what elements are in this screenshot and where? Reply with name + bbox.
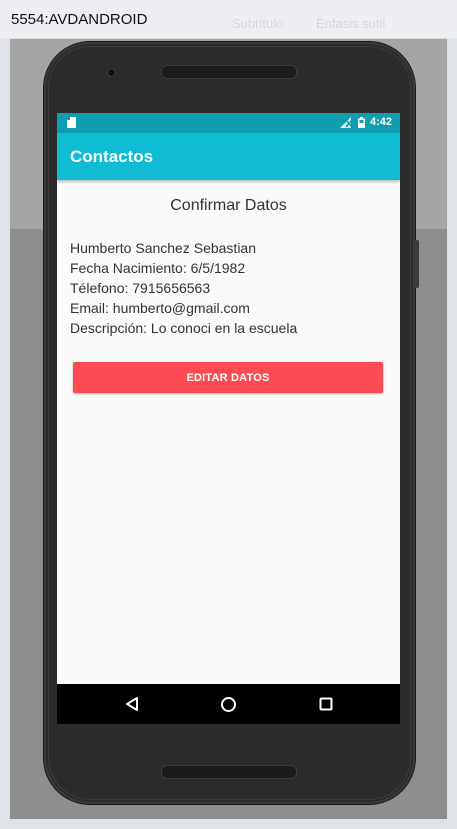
front-camera-icon <box>107 68 116 77</box>
app-bar: Contactos <box>57 133 400 180</box>
background-menu-item: Subtítulo <box>232 16 284 31</box>
contact-details: Humberto Sanchez Sebastian Fecha Nacimie… <box>70 238 395 338</box>
contact-email: Email: humberto@gmail.com <box>70 300 250 316</box>
power-button[interactable] <box>415 240 419 288</box>
bottom-speaker-grille <box>161 765 297 779</box>
navigation-bar <box>57 684 400 724</box>
back-button[interactable] <box>112 684 152 724</box>
contact-name: Humberto Sanchez Sebastian <box>70 240 256 256</box>
status-bar: 4:42 <box>57 113 400 133</box>
home-icon <box>221 696 236 712</box>
app-title: Contactos <box>70 147 154 166</box>
edit-data-button[interactable]: EDITAR DATOS <box>73 362 383 393</box>
device-screen: 4:42 Contactos Confirmar Datos Humberto … <box>57 113 400 724</box>
battery-icon <box>357 116 365 128</box>
window-border-bottom <box>0 819 457 829</box>
contact-birthdate: Fecha Nacimiento: 6/5/1982 <box>70 260 246 276</box>
window-border-left <box>0 38 10 829</box>
contact-phone: Télefono: 7915656563 <box>70 280 211 296</box>
status-time: 4:42 <box>369 116 392 128</box>
top-speaker-grille <box>161 65 297 79</box>
page-heading: Confirmar Datos <box>170 197 287 214</box>
background-menu-item: Énfasis sutil <box>316 16 386 31</box>
home-button[interactable] <box>209 684 249 724</box>
window-titlebar: 5554:AVDANDROID Subtítulo Énfasis sutil <box>0 0 457 39</box>
status-bar-right: 4:42 <box>339 116 392 128</box>
confirm-content: Confirmar Datos Humberto Sanchez Sebasti… <box>57 180 400 684</box>
back-icon <box>125 697 138 711</box>
recents-icon <box>319 697 332 711</box>
recents-button[interactable] <box>306 684 346 724</box>
sd-card-icon <box>67 117 76 128</box>
window-title: 5554:AVDANDROID <box>11 11 148 28</box>
signal-off-icon <box>339 116 353 128</box>
contact-description: Descripción: Lo conoci en la escuela <box>70 320 298 336</box>
window-border-right <box>447 38 457 829</box>
